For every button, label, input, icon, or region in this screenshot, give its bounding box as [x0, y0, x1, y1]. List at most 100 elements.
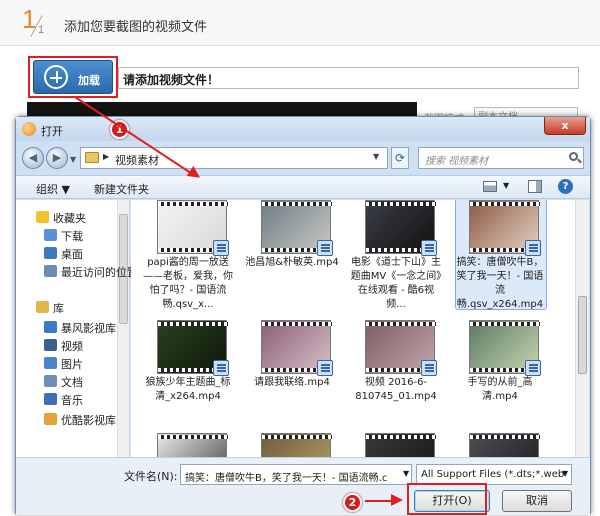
file-name: 请跟我联络.mp4	[254, 377, 330, 388]
sidebar-item[interactable]: 桌面	[44, 244, 144, 262]
file-scroll-thumb[interactable]	[578, 296, 587, 374]
help-icon[interactable]: ?	[558, 179, 573, 194]
video-library-icon	[44, 321, 57, 333]
filename-label: 文件名(N):	[124, 470, 178, 483]
sidebar-item-label: 文档	[61, 376, 83, 389]
organize-menu[interactable]: 组织 ▼	[36, 181, 70, 197]
sidebar-item-label: 优酷影视库	[61, 414, 116, 427]
open-file-dialog: 打开 x ◀ ▶ ▼ ▶ 视频素材 ▼ ⟳ 搜索 视频素材 组织 ▼ 新建文件夹…	[15, 116, 591, 515]
navigation-pane: 收藏夹下载桌面最近访问的位置库暴风影视库视频图片文档音乐优酷影视库	[16, 200, 138, 457]
video-file-icon	[421, 360, 437, 376]
folder-icon	[85, 152, 99, 163]
file-name: papi酱的周一放送——老板，爱我，你怕了吗？- 国语流畅.qsv_x...	[143, 257, 233, 310]
sidebar-item-label: 桌面	[61, 248, 83, 261]
star-icon	[36, 211, 49, 223]
new-folder-button[interactable]: 新建文件夹	[94, 181, 149, 197]
plus-icon	[44, 65, 68, 89]
search-icon[interactable]	[569, 152, 578, 161]
video-file-icon	[525, 240, 541, 256]
sidebar-item[interactable]: 最近访问的位置	[44, 262, 144, 280]
sidebar-item[interactable]: 优酷影视库	[44, 410, 144, 428]
annotation-arrow-2	[365, 500, 393, 502]
file-list-scrollbar[interactable]	[575, 200, 589, 457]
view-options-icon[interactable]	[483, 181, 497, 192]
sidebar-item[interactable]: 音乐	[44, 390, 144, 408]
video-thumbnail	[469, 433, 540, 457]
download-folder-icon	[44, 229, 57, 241]
toolbar: 组织 ▼ 新建文件夹 ▼ ?	[16, 175, 590, 199]
sidebar-item-label: 库	[53, 302, 64, 315]
video-file-icon	[213, 240, 229, 256]
video-library-icon	[44, 413, 57, 425]
filename-input[interactable]: 搞笑：唐僧吹牛B，笑了我一天！- 国语流畅.c ▼	[180, 464, 412, 485]
sidebar-item[interactable]: 库	[36, 298, 136, 316]
file-name: 狼族少年主题曲_标清_x264.mp4	[145, 377, 231, 402]
sidebar-item-label: 图片	[61, 358, 83, 371]
file-list: papi酱的周一放送——老板，爱我，你怕了吗？- 国语流畅.qsv_x... 池昌…	[131, 200, 575, 457]
library-icon	[36, 301, 49, 313]
sidebar-item-label: 音乐	[61, 394, 83, 407]
sidebar-item[interactable]: 收藏夹	[36, 208, 136, 226]
search-input[interactable]: 搜索 视频素材	[418, 147, 584, 169]
video-file-icon	[317, 360, 333, 376]
sidebar-item[interactable]: 文档	[44, 372, 144, 390]
filename-value: 搞笑：唐僧吹牛B，笑了我一天！- 国语流畅.c	[185, 473, 388, 484]
close-button[interactable]: x	[544, 117, 586, 135]
navigation-bar: ◀ ▶ ▼ ▶ 视频素材 ▼ ⟳ 搜索 视频素材	[16, 143, 590, 173]
sidebar-item[interactable]: 图片	[44, 354, 144, 372]
sidebar-item-label: 暴风影视库	[61, 322, 116, 335]
forward-button[interactable]: ▶	[46, 147, 68, 169]
refresh-button[interactable]: ⟳	[391, 147, 409, 169]
video-folder-icon	[44, 339, 57, 351]
filetype-value: All Support Files (*.dts;*.web	[421, 469, 565, 480]
sidebar-item-label: 最近访问的位置	[61, 266, 138, 279]
breadcrumb[interactable]: 视频素材	[115, 152, 159, 168]
page-title: 添加您要截图的视频文件	[64, 20, 208, 35]
dialog-title: 打开	[41, 125, 63, 138]
video-file-icon	[317, 240, 333, 256]
pictures-folder-icon	[44, 357, 57, 369]
filetype-select[interactable]: All Support Files (*.dts;*.web ▼	[416, 464, 572, 485]
video-file-icon	[421, 240, 437, 256]
highlight-frame-open	[407, 483, 487, 515]
dialog-footer: 文件名(N): 搞笑：唐僧吹牛B，笑了我一天！- 国语流畅.c ▼ All Su…	[16, 457, 590, 515]
dialog-titlebar: 打开 x	[16, 117, 590, 141]
video-thumbnail	[261, 433, 332, 457]
sidebar-item[interactable]: 下载	[44, 226, 144, 244]
sidebar-item-label: 收藏夹	[53, 212, 86, 225]
file-name: 视频 2016-6-810745_01.mp4	[355, 377, 437, 402]
file-name: 池昌旭&朴敏英.mp4	[245, 257, 339, 268]
desktop-icon	[44, 247, 57, 259]
documents-folder-icon	[44, 375, 57, 387]
file-name: 电影《道士下山》主题曲MV《一念之间》在线观看 - 酷6视频...	[350, 257, 442, 310]
video-file-icon	[213, 360, 229, 376]
address-dropdown-icon[interactable]: ▼	[373, 152, 379, 161]
sidebar-item-label: 视频	[61, 340, 83, 353]
app-icon	[22, 122, 36, 136]
filename-dropdown-icon[interactable]: ▼	[403, 469, 409, 478]
file-name: 手写的从前_高清.mp4	[467, 377, 533, 402]
sidebar-item[interactable]: 视频	[44, 336, 144, 354]
address-bar[interactable]: ▶ 视频素材 ▼	[80, 147, 388, 169]
sidebar-item-label: 下载	[61, 230, 83, 243]
cancel-button[interactable]: 取消	[502, 490, 572, 512]
music-folder-icon	[44, 393, 57, 405]
add-file-button[interactable]: 加载	[33, 60, 113, 94]
back-button[interactable]: ◀	[22, 147, 44, 169]
filetype-dropdown-icon[interactable]: ▼	[562, 469, 568, 478]
video-thumbnail	[365, 433, 436, 457]
file-path-input[interactable]: 请添加视频文件！	[118, 67, 579, 89]
app-header: 1 1 添加您要截图的视频文件	[0, 0, 600, 46]
file-name: 搞笑：唐僧吹牛B，笑了我一天！- 国语流畅.qsv_x264.mp4	[456, 257, 544, 310]
view-dropdown-icon[interactable]: ▼	[503, 181, 509, 190]
video-file-icon	[525, 360, 541, 376]
add-file-button-label: 加载	[78, 74, 100, 87]
video-thumbnail	[157, 433, 228, 457]
recent-pages-dropdown-icon[interactable]: ▼	[70, 155, 76, 164]
preview-pane-icon[interactable]	[528, 180, 542, 193]
annotation-arrow-2-head	[391, 494, 403, 506]
breadcrumb-arrow-icon[interactable]: ▶	[103, 152, 109, 161]
annotation-badge-2: 2	[343, 493, 362, 512]
sidebar-item[interactable]: 暴风影视库	[44, 318, 144, 336]
recent-places-icon	[44, 265, 57, 277]
